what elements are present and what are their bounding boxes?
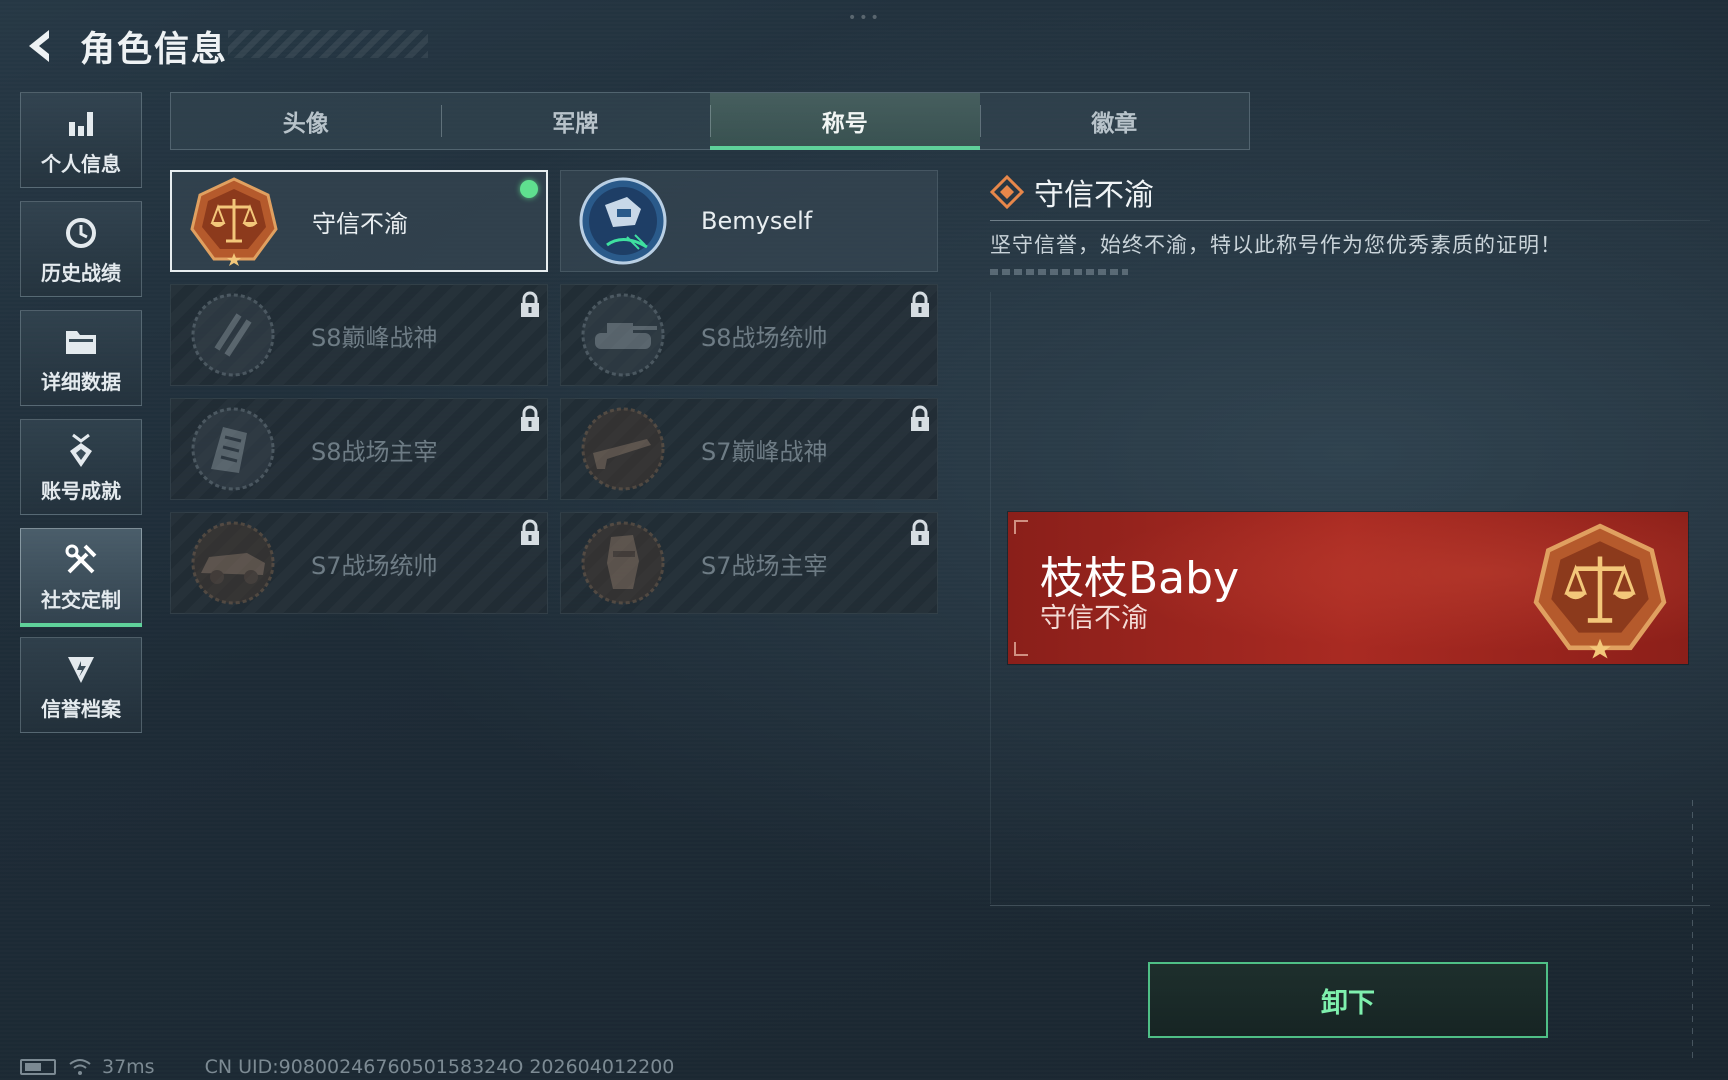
equipped-indicator bbox=[520, 180, 538, 198]
shield-icon bbox=[61, 649, 101, 689]
description-decoration bbox=[990, 269, 1128, 275]
title-name: S7战场统帅 bbox=[311, 551, 438, 580]
robot-emblem-icon bbox=[579, 177, 667, 265]
lock-icon bbox=[521, 405, 539, 431]
medal-icon bbox=[61, 431, 101, 471]
lock-icon bbox=[521, 519, 539, 545]
divider bbox=[990, 220, 1710, 221]
battery-icon bbox=[20, 1059, 56, 1075]
detail-title: 守信不渝 bbox=[1034, 178, 1154, 213]
lock-icon bbox=[911, 519, 929, 545]
sidebar-item-label: 账号成就 bbox=[41, 478, 121, 503]
title-card-bemyself[interactable]: Bemyself bbox=[560, 170, 938, 272]
title-name: 守信不渝 bbox=[312, 209, 408, 238]
tab-badge[interactable]: 徽章 bbox=[979, 93, 1250, 149]
clock-icon bbox=[61, 213, 101, 253]
title-name: S8巅峰战神 bbox=[311, 323, 438, 352]
uid-text: CN UID:9080024676050158324O 202604012200 bbox=[204, 1056, 675, 1078]
sidebar-item-label: 个人信息 bbox=[41, 151, 121, 176]
tools-icon bbox=[61, 540, 101, 580]
sidebar-item-label: 社交定制 bbox=[41, 587, 121, 612]
soldier-emblem-icon bbox=[581, 521, 665, 605]
sidebar-item-credit-record[interactable]: 信誉档案 bbox=[20, 637, 142, 733]
diamond-icon bbox=[990, 175, 1024, 209]
slash-emblem-icon bbox=[191, 293, 275, 377]
sidebar-item-match-history[interactable]: 历史战绩 bbox=[20, 201, 142, 297]
tab-dog-tag[interactable]: 军牌 bbox=[440, 93, 711, 149]
corner-mark bbox=[1014, 642, 1028, 656]
title-name: S8战场统帅 bbox=[701, 323, 828, 352]
title-card-s7-battlefield-marshal[interactable]: S7战场统帅 bbox=[170, 512, 548, 614]
scales-emblem-icon bbox=[1533, 523, 1667, 659]
unequip-button[interactable]: 卸下 bbox=[1148, 962, 1548, 1038]
rifle-emblem-icon bbox=[581, 407, 665, 491]
tab-avatar[interactable]: 头像 bbox=[171, 93, 441, 149]
nameplate-title: 守信不渝 bbox=[1040, 603, 1148, 634]
title-card-s7-peak-god[interactable]: S7巅峰战神 bbox=[560, 398, 938, 500]
title-name: S8战场主宰 bbox=[311, 437, 438, 466]
ping-value: 37ms bbox=[102, 1056, 155, 1078]
sidebar-item-detailed-data[interactable]: 详细数据 bbox=[20, 310, 142, 406]
title-name: S7巅峰战神 bbox=[701, 437, 828, 466]
sidebar-item-achievements[interactable]: 账号成就 bbox=[20, 419, 142, 515]
title-card-s7-battlefield-master[interactable]: S7战场主宰 bbox=[560, 512, 938, 614]
divider bbox=[990, 905, 1710, 906]
top-handle: ••• bbox=[848, 10, 882, 26]
detail-description: 坚守信誉，始终不渝，特以此称号作为您优秀素质的证明！ bbox=[990, 233, 1562, 257]
sidebar-item-personal-info[interactable]: 个人信息 bbox=[20, 92, 142, 188]
lock-icon bbox=[911, 291, 929, 317]
tank-emblem-icon bbox=[581, 293, 665, 377]
sidebar: 个人信息 历史战绩 详细数据 账号成就 社交定制 信誉档案 bbox=[20, 92, 144, 746]
sidebar-item-social-custom[interactable]: 社交定制 bbox=[20, 528, 142, 627]
lock-icon bbox=[521, 291, 539, 317]
title-grid: 守信不渝 Bemyself S8巅峰战神 S8战场统帅 S8战场主宰 S7巅峰战… bbox=[170, 170, 938, 614]
bar-chart-icon bbox=[61, 104, 101, 144]
back-arrow-icon bbox=[29, 30, 49, 62]
title-card-s8-battlefield-marshal[interactable]: S8战场统帅 bbox=[560, 284, 938, 386]
building-emblem-icon bbox=[191, 407, 275, 491]
sidebar-item-label: 信誉档案 bbox=[41, 696, 121, 721]
folder-icon bbox=[61, 322, 101, 362]
category-tabs: 头像 军牌 称号 徽章 bbox=[170, 92, 1250, 150]
divider bbox=[1692, 800, 1693, 1060]
sidebar-item-label: 历史战绩 bbox=[41, 260, 121, 285]
header: 角色信息 bbox=[18, 18, 428, 74]
title-card-s8-peak-god[interactable]: S8巅峰战神 bbox=[170, 284, 548, 386]
title-detail-panel: 守信不渝 坚守信誉，始终不渝，特以此称号作为您优秀素质的证明！ bbox=[990, 168, 1710, 275]
corner-mark bbox=[1014, 520, 1028, 534]
title-card-keep-faith[interactable]: 守信不渝 bbox=[170, 170, 548, 272]
title-decoration bbox=[228, 30, 428, 58]
sidebar-item-label: 详细数据 bbox=[41, 369, 121, 394]
status-bar: 37ms CN UID:9080024676050158324O 2026040… bbox=[20, 1056, 674, 1078]
vehicle-emblem-icon bbox=[191, 521, 275, 605]
detail-header: 守信不渝 bbox=[990, 168, 1710, 216]
title-name: S7战场主宰 bbox=[701, 551, 828, 580]
lock-icon bbox=[911, 405, 929, 431]
scales-emblem-icon bbox=[190, 177, 278, 266]
page-title: 角色信息 bbox=[80, 29, 229, 70]
tab-title[interactable]: 称号 bbox=[710, 93, 980, 150]
back-button[interactable] bbox=[18, 23, 64, 69]
wifi-icon bbox=[69, 1059, 91, 1075]
title-name: Bemyself bbox=[701, 207, 813, 235]
nameplate-preview: 枝枝Baby 守信不渝 bbox=[1008, 512, 1688, 664]
title-card-s8-battlefield-master[interactable]: S8战场主宰 bbox=[170, 398, 548, 500]
